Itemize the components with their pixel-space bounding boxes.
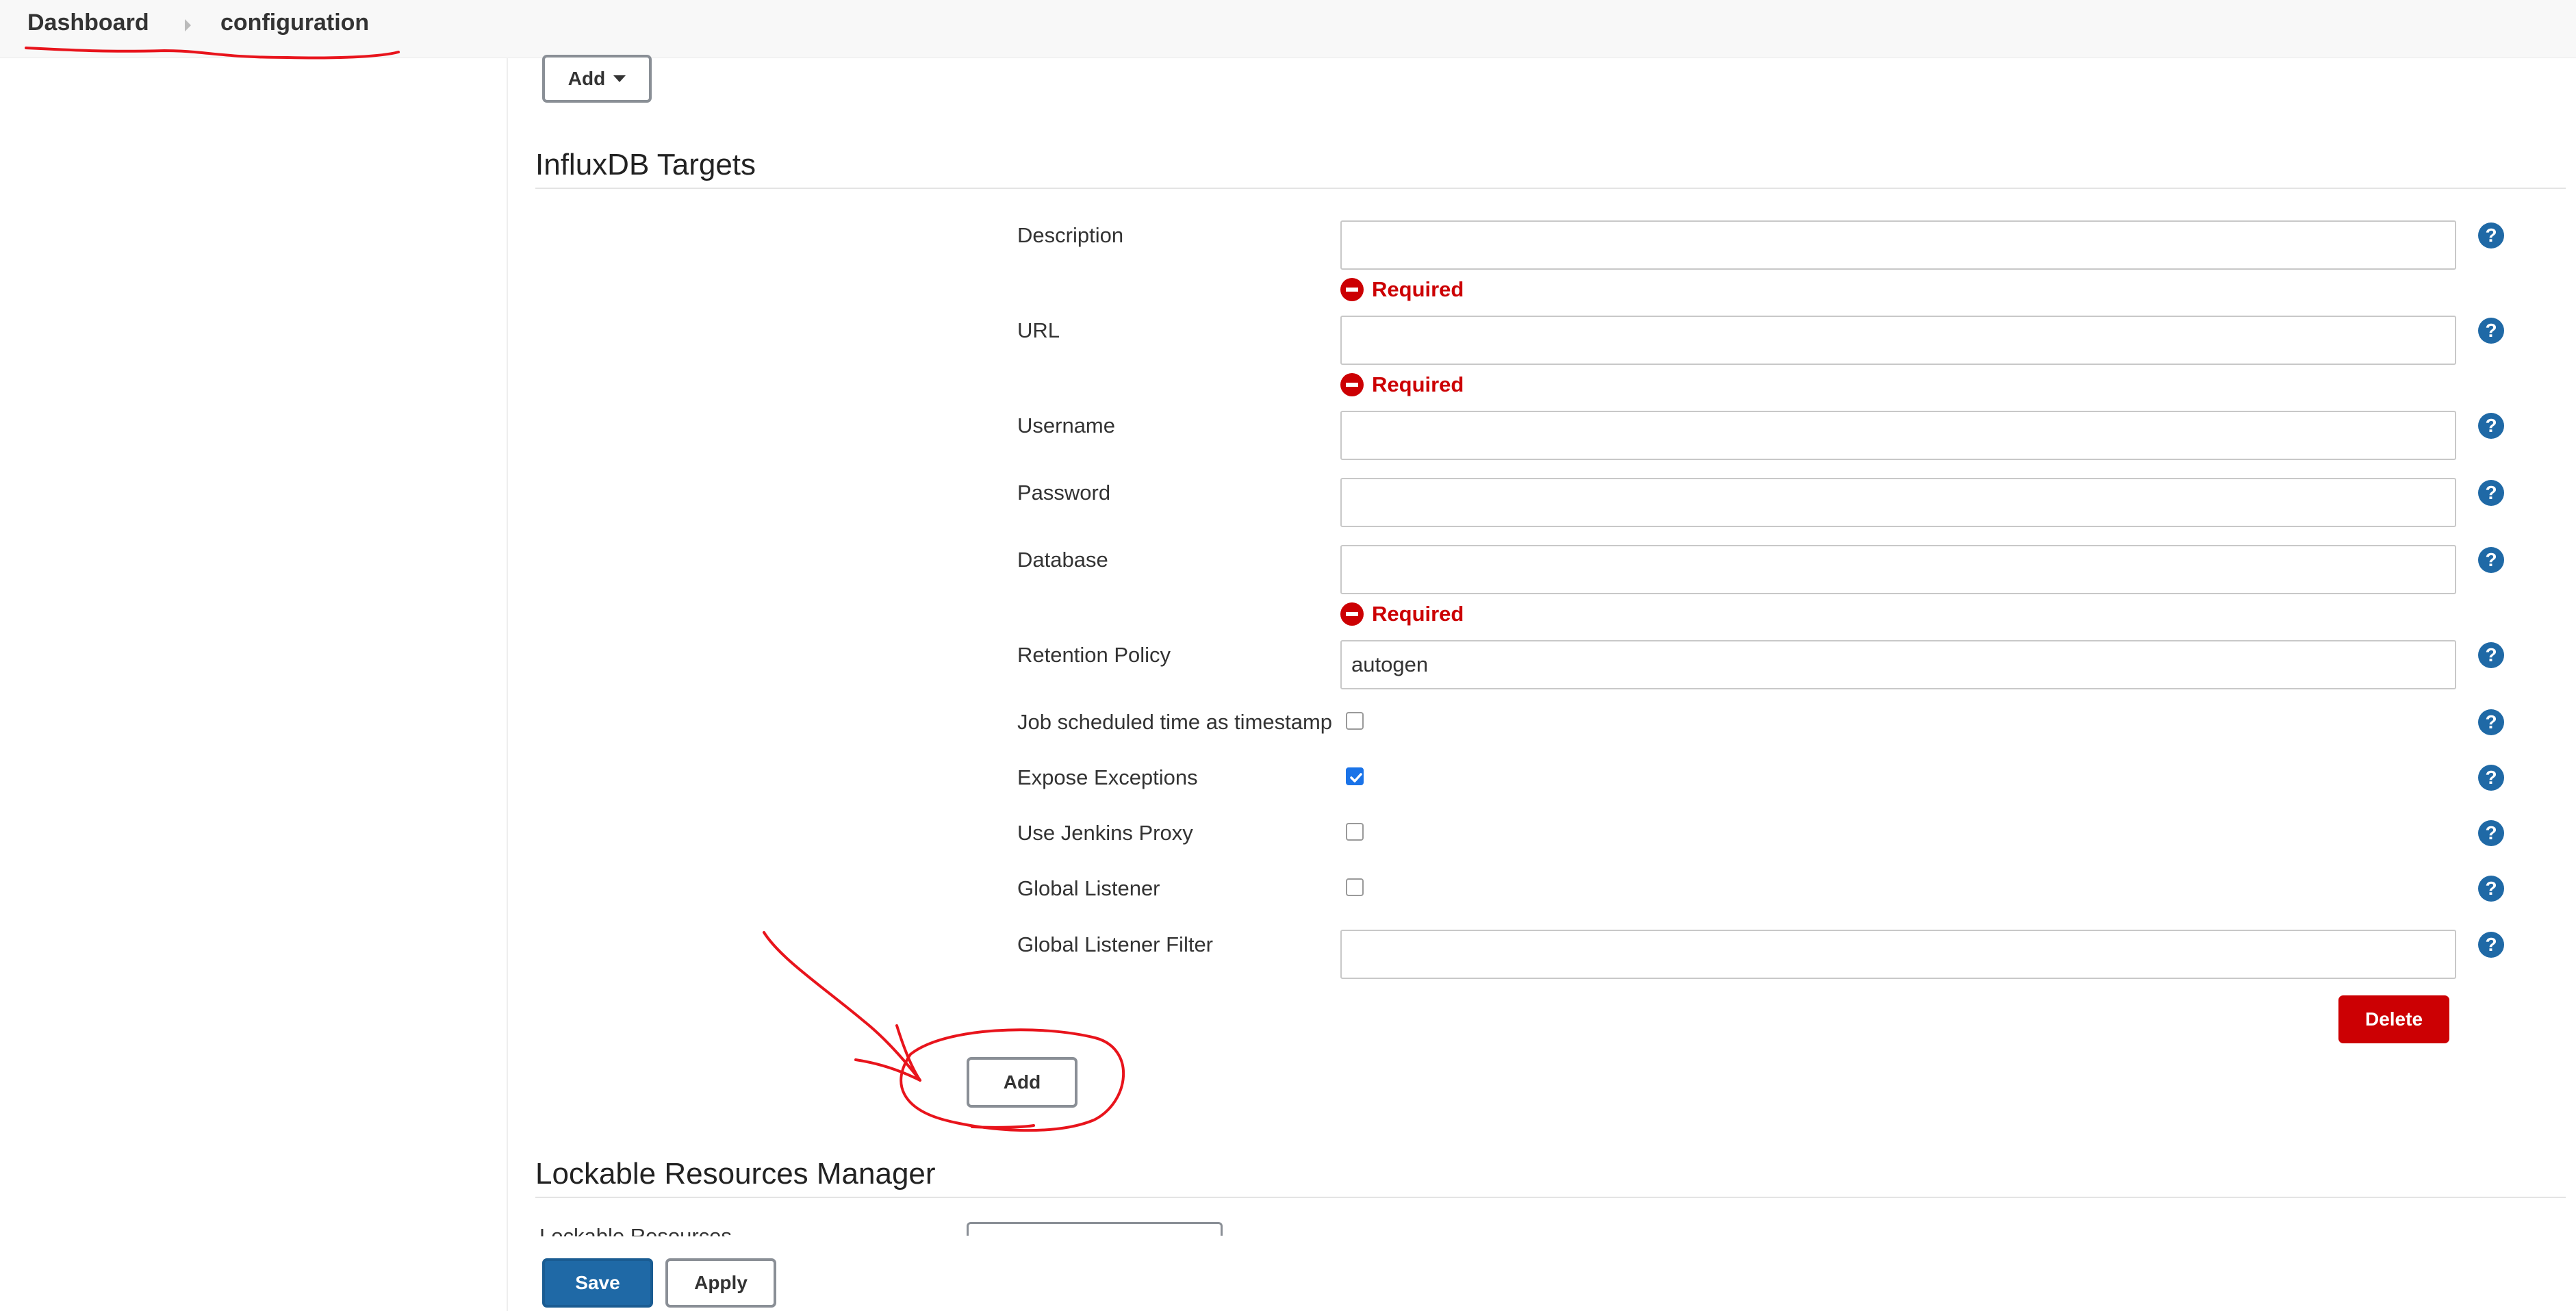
annotation-overlay — [25, 47, 1125, 1132]
annotation-arrow — [763, 931, 921, 1082]
annotation-underline — [25, 47, 400, 60]
annotation-circle — [900, 1028, 1125, 1132]
